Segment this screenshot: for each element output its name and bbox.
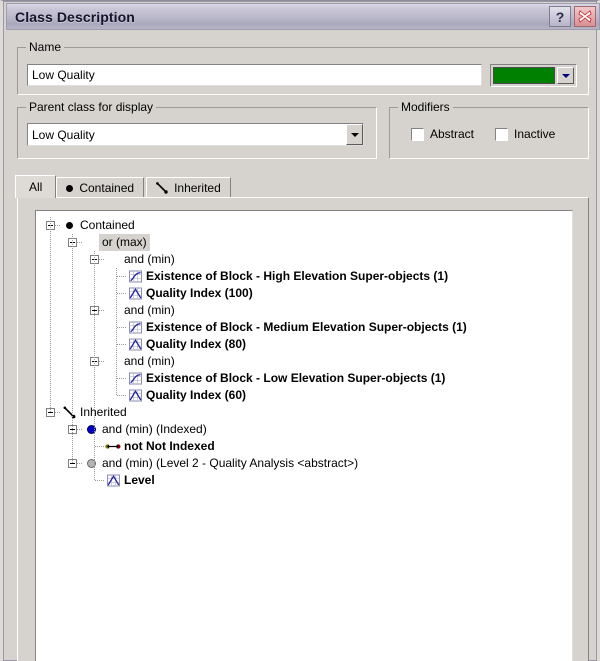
tab-panel-all: Contained or (max) and (min) Existence of B… [17, 197, 589, 661]
parent-class-value: Low Quality [32, 127, 95, 142]
tree-node-and-min-level2[interactable]: and (min) (Level 2 - Quality Analysis <a… [36, 455, 572, 472]
tab-contained[interactable]: Contained [56, 177, 145, 198]
gray-circle-icon [83, 456, 99, 472]
tree-connector [95, 480, 105, 481]
abstract-checkbox[interactable]: Abstract [411, 127, 474, 141]
tree-node-label: Existence of Block - High Elevation Supe… [146, 269, 449, 283]
tree-root: Contained or (max) and (min) Existence of B… [36, 211, 572, 489]
tabstrip: All Contained Inherited [15, 175, 589, 198]
tree-node-level[interactable]: Level [36, 472, 572, 489]
checkbox-icon[interactable] [411, 127, 424, 141]
tree-connector [117, 276, 127, 277]
blue-circle-icon [83, 422, 99, 438]
class-color-picker[interactable] [490, 64, 577, 87]
color-swatch[interactable] [493, 67, 555, 84]
help-button[interactable]: ? [549, 6, 571, 27]
titlebar[interactable]: Class Description ? [6, 3, 600, 30]
tree-node-not-not-indexed[interactable]: not Not Indexed [36, 438, 572, 455]
modifiers-legend: Modifiers [398, 100, 453, 114]
tree-node-label: Level [124, 473, 155, 487]
arrow-diagonal-icon [61, 405, 77, 421]
color-dropdown-button[interactable] [557, 67, 574, 84]
peak-chart-icon [127, 337, 143, 353]
tree-guide-line [94, 251, 95, 480]
bullet-dot-icon [61, 218, 77, 234]
question-mark-icon: ? [555, 8, 565, 25]
tree-guide-line [116, 268, 117, 395]
name-group-legend: Name [26, 40, 65, 54]
window-frame: Class Description ? Name Low Quality Par… [0, 0, 600, 661]
inactive-checkbox[interactable]: Inactive [495, 127, 555, 141]
peak-chart-icon [127, 388, 143, 404]
tree-node-label: Existence of Block - Medium Elevation Su… [146, 320, 467, 334]
tree-guide-line [72, 234, 73, 463]
tab-contained-label: Contained [79, 181, 135, 195]
no-icon [105, 252, 121, 268]
parent-class-dropdown-button[interactable] [346, 124, 363, 145]
tree-connector [117, 395, 127, 396]
tree-node-label: and (min) (Indexed) [102, 422, 207, 436]
line-chart-icon [127, 269, 143, 285]
tab-inherited[interactable]: Inherited [146, 177, 231, 198]
tree-node-and-min-indexed[interactable]: and (min) (Indexed) [36, 421, 572, 438]
line-chart-icon [127, 371, 143, 387]
chevron-down-icon [561, 73, 570, 78]
chevron-down-icon [350, 132, 359, 137]
parent-class-legend: Parent class for display [26, 100, 157, 114]
line-chart-icon [127, 320, 143, 336]
tree-node-label: Quality Index (60) [146, 388, 247, 402]
tree-connector [117, 378, 127, 379]
tab-inherited-label: Inherited [174, 181, 221, 195]
tree-node-label: and (min) [124, 354, 175, 368]
tree-node-label: Contained [80, 218, 135, 232]
tree-node-label: not Not Indexed [124, 439, 215, 453]
close-button[interactable] [574, 6, 596, 27]
tree-node-label: or (max) [99, 234, 150, 251]
tree-node-label: and (min) (Level 2 - Quality Analysis <a… [102, 456, 359, 470]
close-icon [577, 9, 593, 24]
tree-node-contained[interactable]: Contained [36, 217, 572, 234]
tab-all[interactable]: All [15, 175, 57, 198]
tab-all-label: All [29, 180, 43, 194]
class-description-dialog: Class Description ? Name Low Quality Par… [0, 0, 600, 661]
name-input[interactable]: Low Quality [27, 64, 482, 86]
tree-node-label: Inherited [80, 405, 127, 419]
tree-node-and-min-1[interactable]: and (min) [36, 251, 572, 268]
tree-guide-line [50, 217, 51, 412]
arrow-diagonal-icon [156, 182, 168, 194]
tree-node-label: Existence of Block - Low Elevation Super… [146, 371, 446, 385]
bullet-dot-icon [66, 184, 74, 192]
tree-connector [117, 327, 127, 328]
tree-connector [117, 293, 127, 294]
abstract-label: Abstract [430, 127, 475, 141]
parent-class-select[interactable]: Low Quality [27, 123, 364, 146]
tree-node-label: and (min) [124, 252, 175, 266]
window-title: Class Description [15, 8, 135, 25]
checkbox-icon[interactable] [495, 127, 508, 141]
class-expression-tree[interactable]: Contained or (max) and (min) Existence of B… [35, 210, 573, 661]
inactive-label: Inactive [514, 127, 556, 141]
tree-connector [95, 446, 105, 447]
tree-node-inherited[interactable]: Inherited [36, 404, 572, 421]
no-icon [105, 303, 121, 319]
tree-node-or-max[interactable]: or (max) [36, 234, 572, 251]
peak-chart-icon [105, 473, 121, 489]
not-operator-icon [105, 439, 121, 455]
tree-connector [117, 344, 127, 345]
no-icon [105, 354, 121, 370]
tree-node-label: and (min) [124, 303, 175, 317]
tree-node-label: Quality Index (80) [146, 337, 247, 351]
tree-node-label: Quality Index (100) [146, 286, 253, 300]
no-icon [83, 235, 99, 251]
peak-chart-icon [127, 286, 143, 302]
